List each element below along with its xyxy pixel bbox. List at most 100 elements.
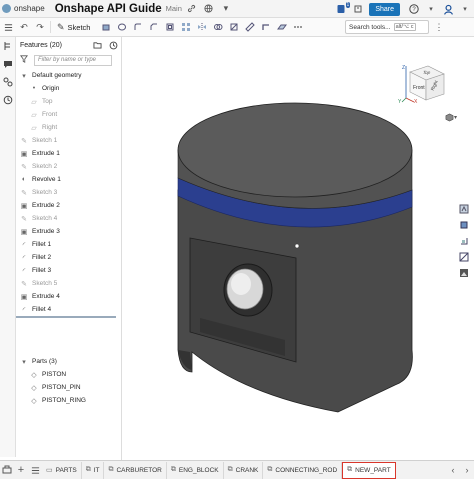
- tab-carburetor[interactable]: ⧉ CARBURETOR: [104, 461, 167, 479]
- part-item-label: PISTON_RING: [42, 397, 86, 404]
- redo-icon[interactable]: ↷: [32, 19, 48, 35]
- assembly-icon[interactable]: [0, 462, 14, 479]
- new-folder-icon[interactable]: [89, 37, 105, 53]
- sketch-button[interactable]: ✎ Sketch: [57, 22, 90, 33]
- mass-properties-icon[interactable]: [457, 218, 471, 232]
- branch-name[interactable]: Main: [166, 4, 182, 13]
- plane-tool-icon[interactable]: [274, 19, 290, 35]
- chamfer-tool-icon[interactable]: [146, 19, 162, 35]
- tab-new-part[interactable]: ⧉ NEW_PART: [342, 461, 396, 479]
- part-item[interactable]: ◇ PISTON_RING: [16, 394, 116, 407]
- parts-header[interactable]: ▾ Parts (3): [16, 355, 116, 368]
- view-cube[interactable]: [400, 58, 452, 110]
- feature-item[interactable]: ✎ Sketch 3: [16, 186, 116, 199]
- boolean-tool-icon[interactable]: [210, 19, 226, 35]
- globe-icon[interactable]: [202, 2, 216, 16]
- part-icon: ◇: [31, 371, 37, 379]
- search-tools-input[interactable]: Search tools... alt/⌥ c: [345, 20, 429, 34]
- pattern-tool-icon[interactable]: [178, 19, 194, 35]
- display-mode-icon[interactable]: ▾: [444, 111, 458, 123]
- link-icon[interactable]: [185, 2, 199, 16]
- feature-item[interactable]: ▱ Front: [16, 108, 116, 121]
- feature-item[interactable]: ▣ Extrude 3: [16, 225, 116, 238]
- search-shortcut: alt/⌥ c: [393, 23, 416, 31]
- sheet-metal-tool-icon[interactable]: [258, 19, 274, 35]
- chevron-down-icon[interactable]: ▾: [458, 2, 472, 16]
- rollback-icon[interactable]: [105, 37, 121, 53]
- history-icon[interactable]: [0, 91, 16, 109]
- feature-item[interactable]: • Origin: [16, 82, 116, 95]
- feature-item[interactable]: ◐ Revolve 1: [16, 173, 116, 186]
- feature-item[interactable]: ▾ Default geometry: [16, 69, 116, 82]
- split-tool-icon[interactable]: [226, 19, 242, 35]
- notification-badge: 1: [345, 2, 351, 8]
- tab-it[interactable]: ⧉ IT: [82, 461, 105, 479]
- feature-item[interactable]: ✎ Sketch 4: [16, 212, 116, 225]
- share-button[interactable]: Share: [369, 2, 400, 16]
- tab-list-icon[interactable]: [28, 462, 42, 479]
- measure-icon[interactable]: [457, 234, 471, 248]
- feature-item[interactable]: ▱ Top: [16, 95, 116, 108]
- fillet-icon: ◜: [22, 254, 26, 262]
- feature-item-label: Fillet 3: [32, 267, 52, 274]
- comments-icon[interactable]: [0, 55, 16, 73]
- mirror-tool-icon[interactable]: [194, 19, 210, 35]
- chevron-down-icon[interactable]: ▾: [219, 2, 233, 16]
- scroll-tabs-right-icon[interactable]: ›: [460, 462, 474, 479]
- feature-item[interactable]: ✎ Sketch 2: [16, 160, 116, 173]
- revolve-tool-icon[interactable]: [114, 19, 130, 35]
- part-item[interactable]: ◇ PISTON_PIN: [16, 381, 116, 394]
- feature-item-label: Sketch 2: [32, 163, 58, 170]
- feature-item-label: Sketch 4: [32, 215, 58, 222]
- filter-input[interactable]: Filter by name or type: [34, 54, 112, 66]
- help-icon[interactable]: ?: [407, 2, 421, 16]
- feature-item-label: Default geometry: [32, 72, 82, 79]
- appearance-icon[interactable]: [457, 202, 471, 216]
- shell-tool-icon[interactable]: [162, 19, 178, 35]
- part-studio-icon: ⧉: [227, 466, 233, 473]
- feature-item[interactable]: ✎ Sketch 5: [16, 277, 116, 290]
- feature-item[interactable]: ◜ Fillet 1: [16, 238, 116, 251]
- feature-item[interactable]: ▣ Extrude 1: [16, 147, 116, 160]
- undo-icon[interactable]: ↶: [16, 19, 32, 35]
- feature-item[interactable]: ◜ Fillet 2: [16, 251, 116, 264]
- toolbar-menu-icon[interactable]: ⋮: [431, 19, 447, 35]
- feature-item[interactable]: ◜ Fillet 4: [16, 303, 116, 316]
- graphics-viewport[interactable]: Top Front Right Z X Y ▾: [122, 37, 474, 460]
- brand[interactable]: onshape: [0, 0, 45, 18]
- tab-eng-block[interactable]: ⧉ ENG_BLOCK: [167, 461, 224, 479]
- versions-icon[interactable]: [351, 2, 365, 16]
- menu-icon[interactable]: [0, 19, 16, 35]
- feature-item[interactable]: ✎ Sketch 1: [16, 134, 116, 147]
- rollback-bar[interactable]: [16, 316, 116, 318]
- more-tools-icon[interactable]: [290, 19, 306, 35]
- notifications-icon[interactable]: 1: [334, 2, 351, 16]
- fillet-tool-icon[interactable]: [130, 19, 146, 35]
- render-studio-icon[interactable]: [457, 266, 471, 280]
- feature-list-icon[interactable]: [0, 37, 16, 55]
- chevron-down-icon: ▾: [22, 72, 26, 80]
- feature-item-label: Front: [42, 111, 58, 118]
- tab-parts[interactable]: ▭ PARTS: [42, 461, 82, 479]
- add-tab-icon[interactable]: +: [14, 462, 28, 479]
- extrude-tool-icon[interactable]: [98, 19, 114, 35]
- axis-z-label: Z: [402, 65, 406, 71]
- feature-item[interactable]: ▣ Extrude 4: [16, 290, 116, 303]
- onshape-logo-icon: [2, 4, 11, 13]
- feature-item[interactable]: ◜ Fillet 3: [16, 264, 116, 277]
- measure-tool-icon[interactable]: [242, 19, 258, 35]
- feature-item[interactable]: ▣ Extrude 2: [16, 199, 116, 212]
- user-avatar-icon[interactable]: [441, 2, 455, 16]
- document-title[interactable]: Onshape API Guide: [55, 3, 162, 15]
- section-view-icon[interactable]: [457, 250, 471, 264]
- chevron-down-icon[interactable]: ▾: [424, 2, 438, 16]
- parts-list-icon[interactable]: [0, 73, 16, 91]
- filter-icon[interactable]: [20, 55, 28, 65]
- part-item[interactable]: ◇ PISTON: [16, 368, 116, 381]
- plane-icon: ▱: [31, 111, 37, 119]
- tab-crank[interactable]: ⧉ CRANK: [224, 461, 264, 479]
- tab-connecting-rod[interactable]: ⧉ CONNECTING_ROD: [263, 461, 343, 479]
- feature-item[interactable]: ▱ Right: [16, 121, 116, 134]
- toolbar: ↶ ↷ ✎ Sketch Search tools... alt/⌥ c ⋮: [0, 18, 474, 37]
- scroll-tabs-left-icon[interactable]: ‹: [446, 462, 460, 479]
